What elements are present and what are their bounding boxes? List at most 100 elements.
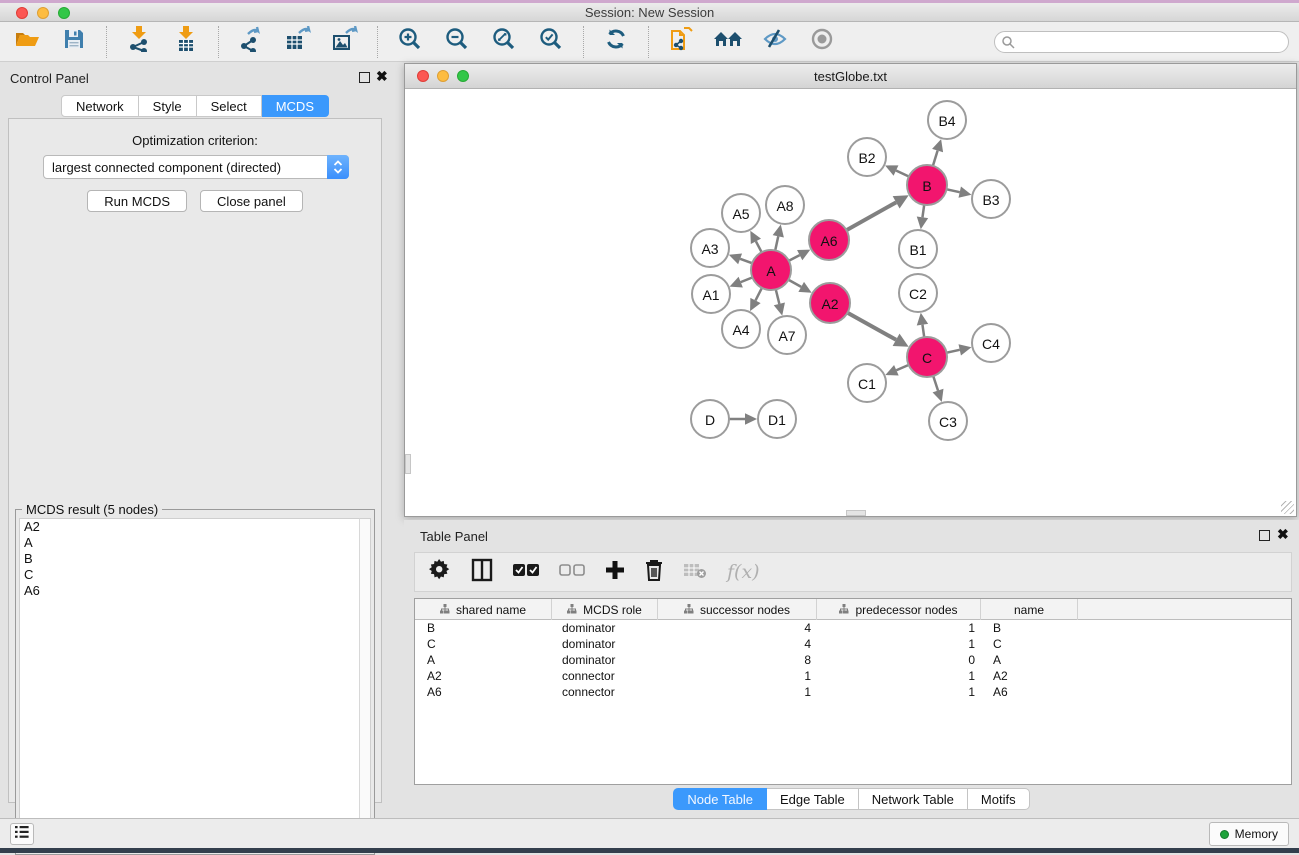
open-session-button[interactable] bbox=[12, 27, 42, 57]
tab-edge-table[interactable]: Edge Table bbox=[767, 788, 859, 810]
tab-motifs[interactable]: Motifs bbox=[968, 788, 1030, 810]
network-minimize-button[interactable] bbox=[437, 70, 449, 82]
cell-name[interactable]: B bbox=[981, 620, 1078, 636]
close-window-button[interactable] bbox=[16, 7, 28, 19]
close-panel-button[interactable]: Close panel bbox=[200, 190, 303, 212]
export-image-button[interactable] bbox=[330, 27, 360, 57]
memory-button[interactable]: Memory bbox=[1209, 822, 1289, 846]
bottom-split-handle[interactable] bbox=[846, 510, 866, 516]
tab-mcds[interactable]: MCDS bbox=[262, 95, 329, 117]
zoom-selected-button[interactable] bbox=[536, 27, 566, 57]
table-row[interactable]: Bdominator41B bbox=[415, 620, 1291, 636]
network-zoom-button[interactable] bbox=[457, 70, 469, 82]
left-split-handle[interactable] bbox=[405, 454, 411, 474]
save-session-button[interactable] bbox=[59, 27, 89, 57]
table-row[interactable]: A6connector11A6 bbox=[415, 684, 1291, 700]
table-float-icon[interactable] bbox=[1259, 530, 1270, 541]
table-panel: Table Panel ✖ f(x) shared nameMCDS roles… bbox=[404, 520, 1299, 818]
show-hide-button[interactable] bbox=[807, 27, 837, 57]
float-panel-icon[interactable] bbox=[359, 72, 370, 83]
checked-boxes-icon bbox=[513, 563, 539, 582]
cell-shared_name[interactable]: A6 bbox=[415, 684, 552, 700]
cell-predecessor_nodes[interactable]: 1 bbox=[817, 620, 981, 636]
zoom-in-button[interactable] bbox=[395, 27, 425, 57]
mcds-list-scrollbar[interactable] bbox=[359, 518, 371, 850]
table-row[interactable]: Cdominator41C bbox=[415, 636, 1291, 652]
window-resize-grip[interactable] bbox=[1281, 501, 1294, 514]
run-mcds-button[interactable]: Run MCDS bbox=[87, 190, 187, 212]
cell-shared_name[interactable]: B bbox=[415, 620, 552, 636]
cell-shared_name[interactable]: C bbox=[415, 636, 552, 652]
cell-mcds_role[interactable]: connector bbox=[552, 684, 658, 700]
delete-table-button[interactable] bbox=[683, 561, 707, 584]
network-close-button[interactable] bbox=[417, 70, 429, 82]
table-row[interactable]: A2connector11A2 bbox=[415, 668, 1291, 684]
tab-network-table[interactable]: Network Table bbox=[859, 788, 968, 810]
cell-predecessor_nodes[interactable]: 1 bbox=[817, 636, 981, 652]
cell-mcds_role[interactable]: dominator bbox=[552, 636, 658, 652]
tab-style[interactable]: Style bbox=[139, 95, 197, 117]
mcds-result-item[interactable]: A bbox=[20, 535, 360, 551]
cell-mcds_role[interactable]: dominator bbox=[552, 620, 658, 636]
cell-name[interactable]: C bbox=[981, 636, 1078, 652]
zoom-out-button[interactable] bbox=[442, 27, 472, 57]
cell-shared_name[interactable]: A bbox=[415, 652, 552, 668]
cell-successor_nodes[interactable]: 8 bbox=[658, 652, 817, 668]
column-header-predecessor-nodes[interactable]: predecessor nodes bbox=[817, 599, 981, 620]
show-columns-button[interactable] bbox=[471, 558, 493, 587]
mcds-result-item[interactable]: B bbox=[20, 551, 360, 567]
cell-name[interactable]: A2 bbox=[981, 668, 1078, 684]
tab-select[interactable]: Select bbox=[197, 95, 262, 117]
mcds-result-item[interactable]: C bbox=[20, 567, 360, 583]
cell-mcds_role[interactable]: connector bbox=[552, 668, 658, 684]
table-row[interactable]: Adominator80A bbox=[415, 652, 1291, 668]
column-header-name[interactable]: name bbox=[981, 599, 1078, 620]
tab-network[interactable]: Network bbox=[61, 95, 139, 117]
network-from-file-button[interactable] bbox=[666, 27, 696, 57]
add-column-button[interactable] bbox=[605, 560, 625, 585]
column-header-successor-nodes[interactable]: successor nodes bbox=[658, 599, 817, 620]
search-input[interactable] bbox=[994, 31, 1289, 53]
cell-predecessor_nodes[interactable]: 1 bbox=[817, 668, 981, 684]
column-header-MCDS-role[interactable]: MCDS role bbox=[552, 599, 658, 620]
close-panel-icon[interactable]: ✖ bbox=[376, 69, 388, 83]
cell-successor_nodes[interactable]: 1 bbox=[658, 684, 817, 700]
toggle-graphics-button[interactable] bbox=[760, 27, 790, 57]
cell-predecessor_nodes[interactable]: 1 bbox=[817, 684, 981, 700]
zoom-fit-button[interactable] bbox=[489, 27, 519, 57]
cell-successor_nodes[interactable]: 1 bbox=[658, 668, 817, 684]
cell-successor_nodes[interactable]: 4 bbox=[658, 620, 817, 636]
cell-name[interactable]: A6 bbox=[981, 684, 1078, 700]
export-table-button[interactable] bbox=[283, 27, 313, 57]
cell-name[interactable]: A bbox=[981, 652, 1078, 668]
minimize-window-button[interactable] bbox=[37, 7, 49, 19]
graph-arrowhead bbox=[773, 225, 784, 238]
panel-splitter[interactable] bbox=[390, 62, 404, 818]
criterion-selected-value: largest connected component (directed) bbox=[44, 160, 327, 175]
zoom-window-button[interactable] bbox=[58, 7, 70, 19]
graph-node-label-A6: A6 bbox=[820, 233, 837, 249]
delete-column-button[interactable] bbox=[645, 559, 663, 586]
deselect-all-button[interactable] bbox=[559, 563, 585, 582]
function-builder-button[interactable]: f(x) bbox=[727, 561, 760, 583]
cell-mcds_role[interactable]: dominator bbox=[552, 652, 658, 668]
cell-shared_name[interactable]: A2 bbox=[415, 668, 552, 684]
refresh-button[interactable] bbox=[601, 27, 631, 57]
mcds-result-item[interactable]: A6 bbox=[20, 583, 360, 599]
network-canvas[interactable]: B4B2BB3A5A8A6A3B1AC2A1A2A4A7C4CC1C3DD1 bbox=[405, 89, 1296, 516]
select-all-button[interactable] bbox=[513, 563, 539, 582]
mcds-result-item[interactable]: A2 bbox=[20, 519, 360, 535]
cell-successor_nodes[interactable]: 4 bbox=[658, 636, 817, 652]
task-history-button[interactable] bbox=[10, 823, 34, 845]
cell-predecessor_nodes[interactable]: 0 bbox=[817, 652, 981, 668]
import-table-button[interactable] bbox=[171, 27, 201, 57]
import-network-button[interactable] bbox=[124, 27, 154, 57]
table-close-icon[interactable]: ✖ bbox=[1277, 527, 1289, 541]
network-graph[interactable]: B4B2BB3A5A8A6A3B1AC2A1A2A4A7C4CC1C3DD1 bbox=[405, 89, 1296, 516]
export-network-button[interactable] bbox=[236, 27, 266, 57]
tab-node-table[interactable]: Node Table bbox=[673, 788, 767, 810]
home-views-button[interactable] bbox=[713, 27, 743, 57]
table-settings-button[interactable] bbox=[429, 559, 451, 586]
column-header-shared-name[interactable]: shared name bbox=[415, 599, 552, 620]
criterion-select[interactable]: largest connected component (directed) bbox=[43, 155, 349, 179]
